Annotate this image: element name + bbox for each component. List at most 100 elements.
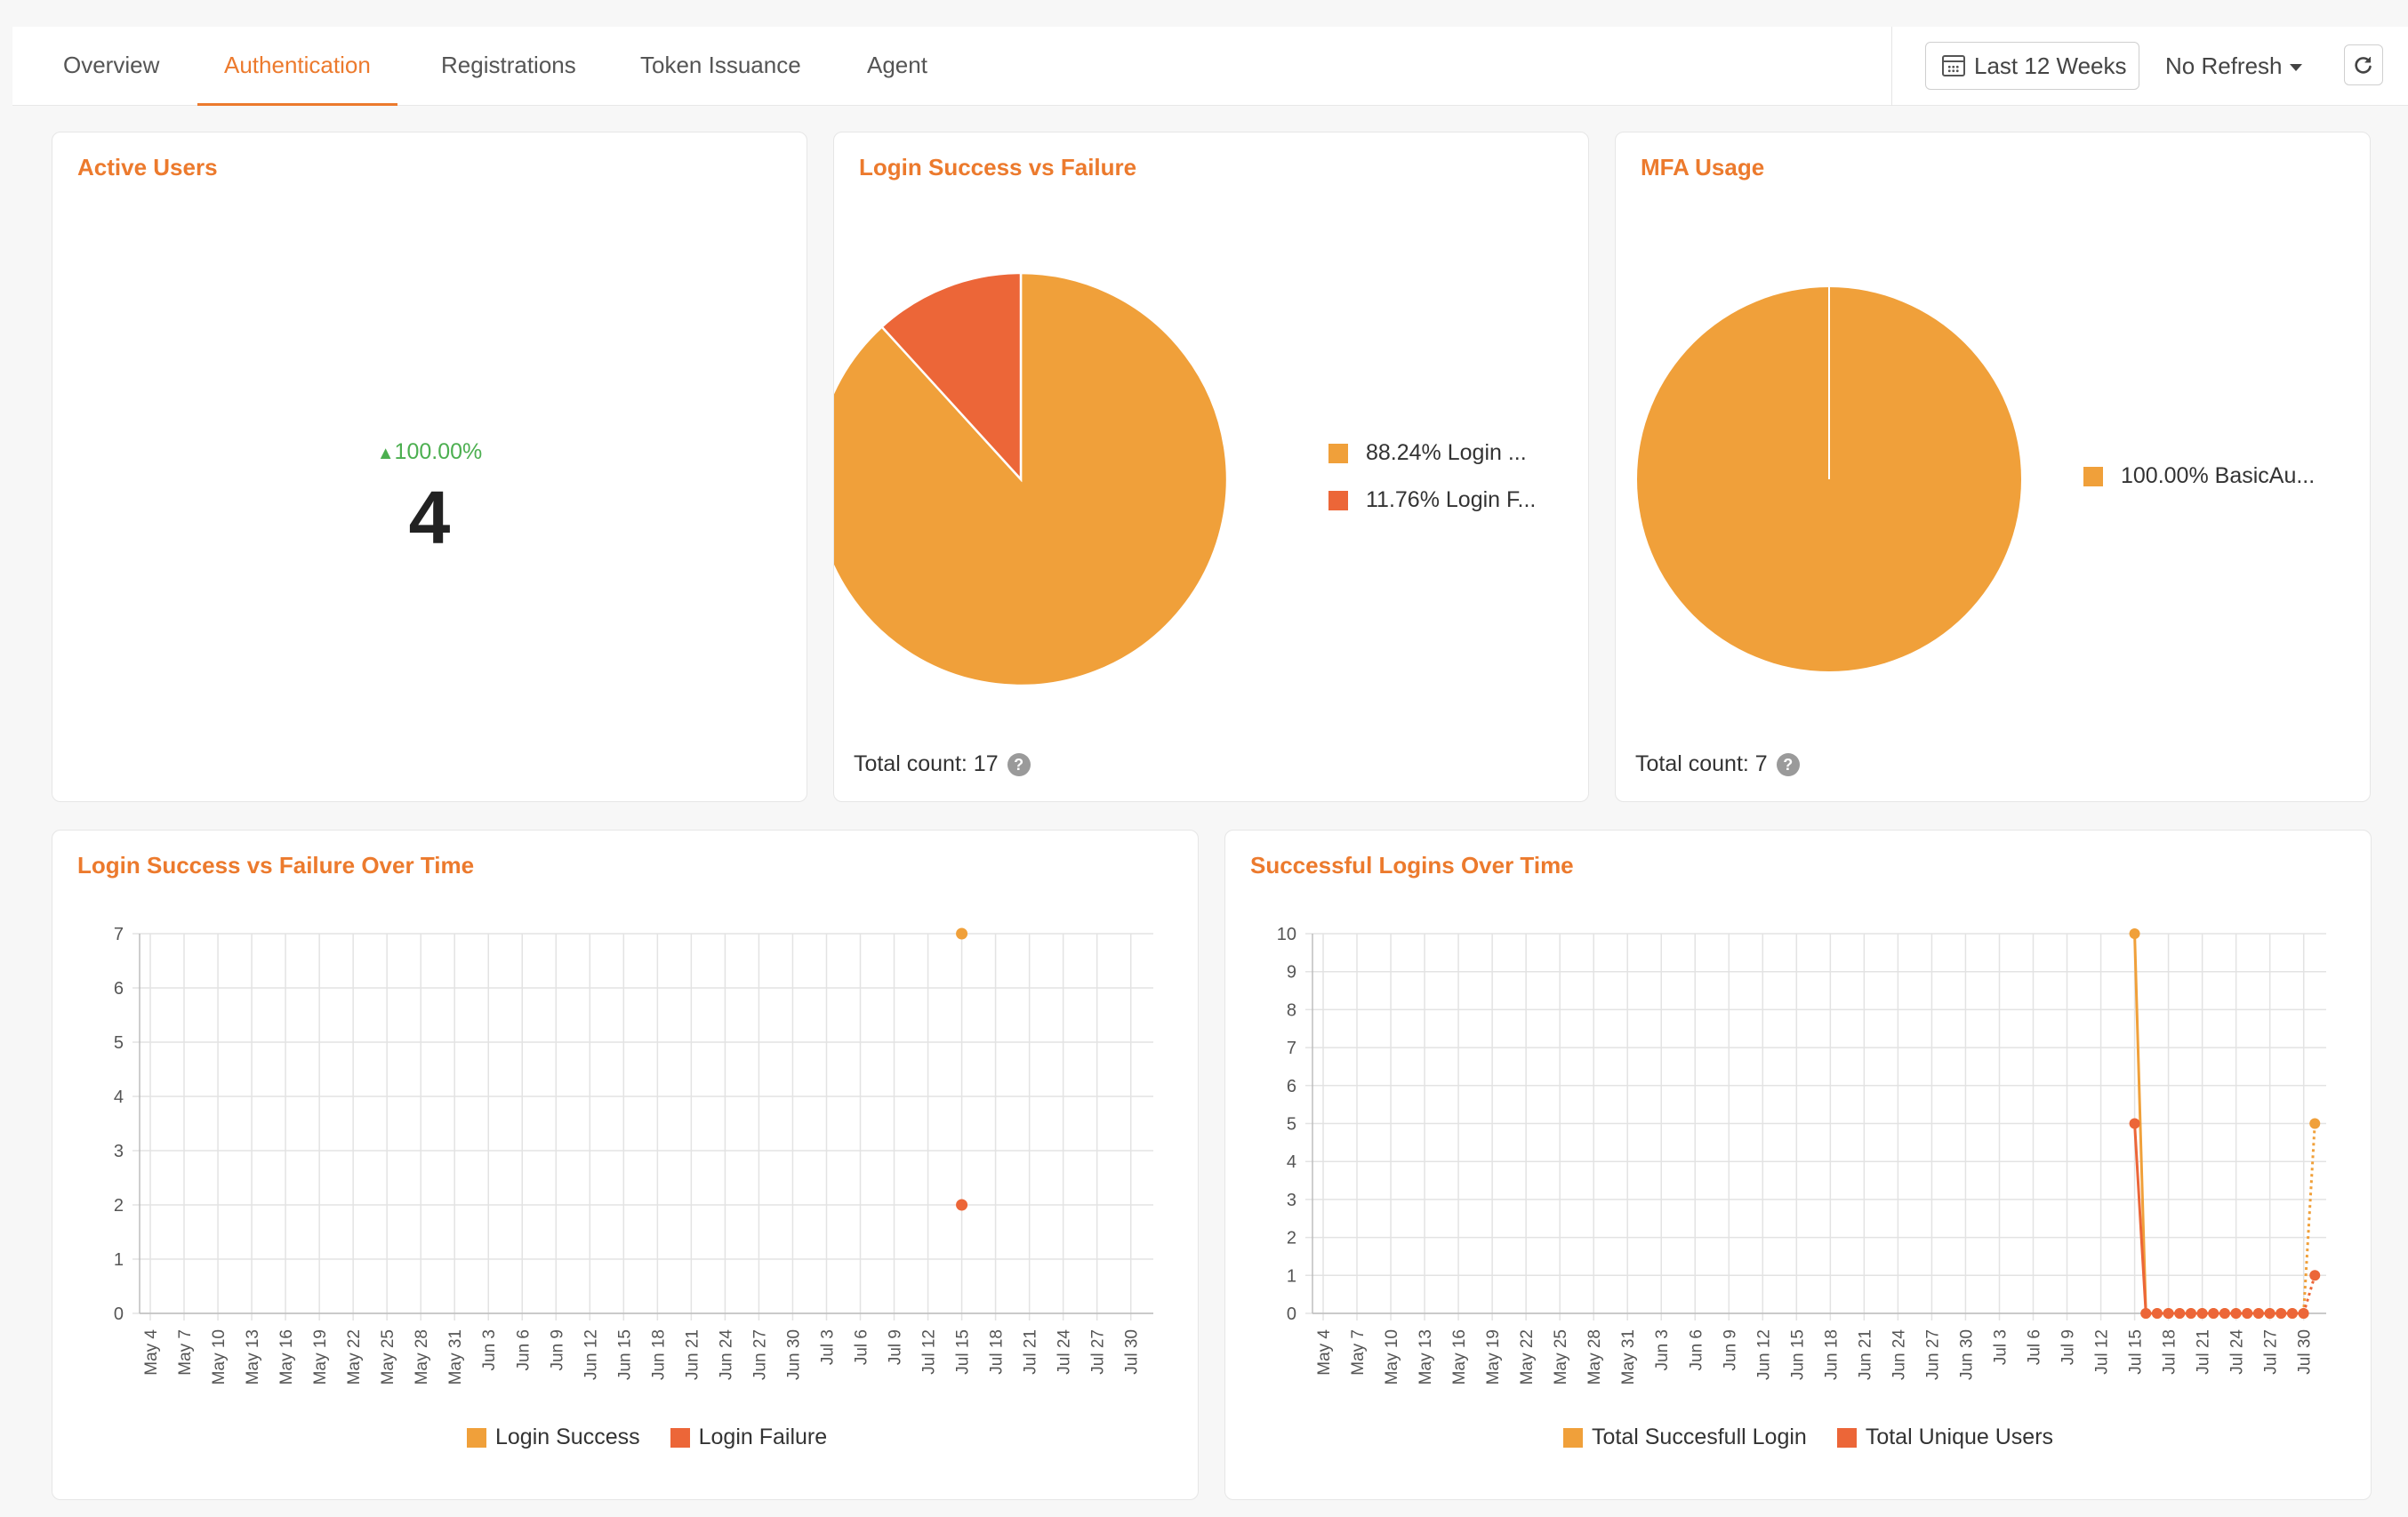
data-point <box>2174 1308 2186 1319</box>
x-tick-label: Jun 30 <box>784 1329 803 1380</box>
data-point <box>956 1199 968 1211</box>
x-tick-label: May 31 <box>446 1329 465 1385</box>
x-tick-label: Jun 18 <box>649 1329 668 1380</box>
x-tick-label: May 25 <box>1552 1329 1570 1385</box>
data-point <box>2276 1308 2287 1319</box>
legend-item[interactable]: Login Success <box>467 1425 640 1450</box>
mfa-usage-card: MFA Usage 100.00% BasicAu... Total count… <box>1615 132 2371 802</box>
legend-item[interactable]: Total Succesfull Login <box>1563 1425 1807 1450</box>
data-point <box>2242 1308 2253 1319</box>
date-range-button[interactable]: Last 12 Weeks <box>1925 42 2139 90</box>
tab-registrations[interactable]: Registrations <box>441 27 576 106</box>
legend-item[interactable]: 88.24% Login ... <box>1328 440 1527 466</box>
x-tick-label: May 13 <box>1417 1329 1435 1385</box>
tab-authentication[interactable]: Authentication <box>197 27 397 106</box>
data-point <box>2129 1118 2140 1129</box>
y-tick-label: 5 <box>114 1033 124 1053</box>
y-tick-label: 4 <box>114 1088 124 1107</box>
data-point <box>2286 1308 2298 1319</box>
y-tick-label: 5 <box>1287 1115 1296 1135</box>
x-tick-label: May 4 <box>1315 1329 1334 1376</box>
legend-swatch <box>467 1427 486 1448</box>
date-range-label: Last 12 Weeks <box>1974 52 2127 79</box>
y-tick-label: 6 <box>1287 1077 1296 1096</box>
legend-item[interactable]: 100.00% BasicAu... <box>2083 463 2315 489</box>
x-tick-label: May 19 <box>1484 1329 1503 1385</box>
x-tick-label: Jun 6 <box>514 1329 533 1370</box>
chart-legend: Total Succesfull Login Total Unique User… <box>1563 1425 2053 1450</box>
x-tick-label: May 10 <box>1383 1329 1401 1385</box>
x-tick-label: May 19 <box>311 1329 330 1385</box>
tab-agent[interactable]: Agent <box>867 27 927 106</box>
legend-label: Login Failure <box>698 1425 828 1449</box>
x-tick-label: May 22 <box>1518 1329 1537 1385</box>
data-point <box>2151 1308 2163 1319</box>
legend-swatch <box>1563 1427 1583 1448</box>
x-tick-label: Jun 24 <box>1890 1329 1908 1380</box>
legend-item[interactable]: Total Unique Users <box>1836 1425 2054 1450</box>
x-tick-label: Jun 9 <box>548 1329 566 1370</box>
trend-up-icon: ▲ <box>376 444 395 463</box>
data-point <box>2129 928 2140 939</box>
legend-swatch <box>1328 490 1348 510</box>
x-tick-label: Jul 6 <box>2026 1329 2044 1365</box>
data-point <box>956 927 968 940</box>
legend-label: Login Success <box>495 1425 640 1449</box>
card-title: Active Users <box>77 154 218 181</box>
data-point <box>2163 1308 2174 1319</box>
data-point <box>2309 1270 2321 1281</box>
legend-label: 11.76% Login F... <box>1366 487 1537 512</box>
tab-overview[interactable]: Overview <box>63 27 159 106</box>
y-tick-label: 0 <box>1287 1304 1296 1324</box>
legend-swatch <box>1836 1427 1857 1448</box>
refresh-interval-dropdown[interactable]: No Refresh <box>2165 42 2302 90</box>
series-line <box>2133 1123 2304 1315</box>
y-tick-label: 4 <box>1287 1152 1296 1172</box>
x-tick-label: May 25 <box>379 1329 397 1385</box>
x-tick-label: Jul 18 <box>988 1329 1007 1375</box>
legend-label: Total Unique Users <box>1865 1425 2054 1449</box>
x-tick-label: May 16 <box>277 1329 296 1385</box>
x-tick-label: Jun 3 <box>480 1329 499 1370</box>
data-point <box>2230 1308 2242 1319</box>
x-tick-label: Jun 12 <box>582 1329 600 1380</box>
y-tick-label: 6 <box>114 979 124 999</box>
x-tick-label: Jun 6 <box>1687 1329 1706 1370</box>
login-pie-chart <box>834 271 1229 687</box>
toolbar-divider <box>1891 27 1892 106</box>
y-tick-label: 10 <box>1277 925 1296 944</box>
metric-value: 4 <box>408 476 451 559</box>
data-point <box>2208 1308 2219 1319</box>
legend-item[interactable]: 11.76% Login F... <box>1328 487 1536 513</box>
login-over-time-chart: 0 1 2 3 4 5 6 7 May 4 May 7 May 10 May 13 May 16 May … <box>114 925 1153 1385</box>
x-tick-label: Jun 9 <box>1721 1329 1739 1370</box>
y-tick-label: 1 <box>114 1250 124 1270</box>
login-success-failure-card: Login Success vs Failure 88.24% Login ..… <box>833 132 1589 802</box>
tab-token-issuance[interactable]: Token Issuance <box>640 27 801 106</box>
data-point <box>2185 1308 2196 1319</box>
x-tick-label: Jul 21 <box>2195 1329 2213 1375</box>
x-tick-label: Jun 3 <box>1653 1329 1672 1370</box>
y-tick-label: 1 <box>1287 1266 1296 1286</box>
x-tick-label: Jun 21 <box>1856 1329 1874 1380</box>
x-tick-label: Jun 27 <box>750 1329 769 1380</box>
x-tick-label: Jun 12 <box>1754 1329 1773 1380</box>
x-tick-label: Jun 15 <box>1788 1329 1807 1380</box>
x-tick-label: Jul 3 <box>1991 1329 2010 1365</box>
reload-button[interactable] <box>2344 44 2383 85</box>
x-tick-label: Jul 12 <box>2093 1329 2112 1375</box>
x-tick-label: Jul 30 <box>2296 1329 2315 1375</box>
help-icon[interactable]: ? <box>1007 752 1031 776</box>
help-icon[interactable]: ? <box>1776 752 1800 776</box>
y-tick-label: 0 <box>114 1304 124 1324</box>
legend-item[interactable]: Login Failure <box>670 1425 828 1450</box>
x-tick-label: Jul 30 <box>1123 1329 1142 1375</box>
data-point <box>2252 1308 2264 1319</box>
x-tick-label: Jul 9 <box>2059 1329 2078 1365</box>
x-tick-label: Jul 12 <box>920 1329 939 1375</box>
x-tick-label: Jun 15 <box>615 1329 634 1380</box>
x-tick-label: May 22 <box>345 1329 364 1385</box>
total-count-label: Total count: 7 <box>1635 751 1768 776</box>
successful-logins-card: Successful Logins Over Time 0 1 2 3 4 5 6 7 8 9 10… <box>1224 830 2372 1500</box>
legend-swatch <box>1328 443 1348 463</box>
